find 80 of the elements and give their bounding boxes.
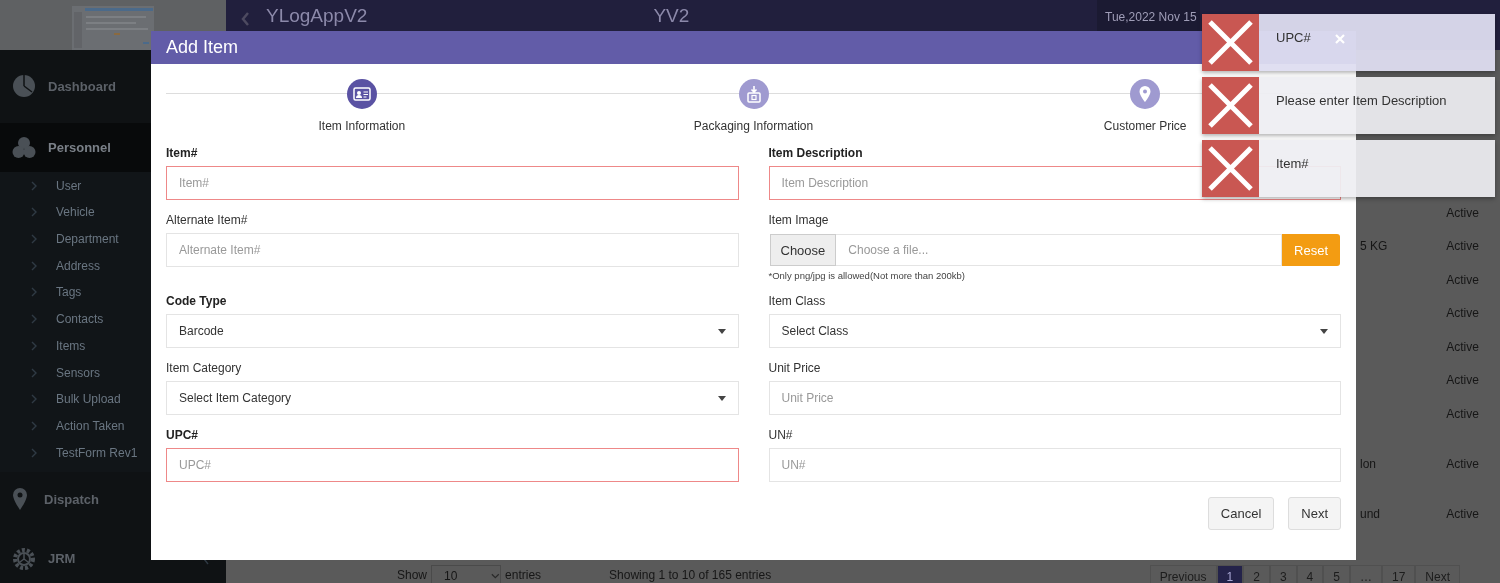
caret-icon — [717, 395, 726, 401]
status-cell: Active — [1446, 205, 1479, 220]
table-cell: 5 KG — [1360, 239, 1388, 254]
page-size-select[interactable]: 10 — [431, 565, 502, 583]
table-cell: und — [1360, 506, 1381, 521]
show-label: Show — [397, 568, 428, 582]
close-icon — [1334, 34, 1345, 44]
step-label: Customer Price — [1103, 119, 1187, 133]
field-label: UN# — [768, 427, 794, 443]
status-cell: Active — [1446, 239, 1479, 254]
pie-chart-icon — [12, 74, 36, 99]
text-field[interactable]: Item# — [166, 166, 739, 200]
page-link[interactable]: 1 — [1216, 565, 1244, 583]
date-text: Tue,2022 Nov 15 — [1105, 10, 1197, 24]
field-label: Code Type — [166, 293, 228, 309]
chevron-right-icon — [30, 394, 38, 405]
chevron-right-icon — [30, 447, 38, 458]
chevron-right-icon — [30, 207, 38, 218]
choose-file-button[interactable]: Choose — [769, 234, 837, 266]
back-icon — [240, 11, 250, 27]
dialog-button[interactable]: Next — [1288, 497, 1341, 530]
dialog-button[interactable]: Cancel — [1207, 497, 1275, 530]
page-link[interactable]: 4 — [1296, 565, 1324, 583]
chevron-right-icon — [30, 180, 38, 191]
status-cell: Active — [1446, 406, 1479, 421]
page-link[interactable]: 17 — [1381, 565, 1416, 583]
chevron-right-icon — [30, 420, 38, 431]
dropdown[interactable]: Select Class — [768, 314, 1341, 348]
gear-icon — [12, 546, 36, 571]
error-icon — [1202, 77, 1259, 134]
status-cell: Active — [1446, 339, 1479, 354]
field-label: Item Image — [768, 212, 830, 228]
step-label: Item Information — [318, 119, 406, 133]
id-card-icon — [351, 84, 372, 104]
field-label: Alternate Item# — [166, 212, 249, 228]
entries-info: Showing 1 to 10 of 165 entries — [609, 568, 772, 582]
app-title: YLogAppV2 — [266, 5, 368, 27]
field-note: *Only png/jpg is allowed(Not more than 200kb) — [768, 270, 966, 281]
error-icon — [1202, 140, 1259, 197]
reset-button[interactable]: Reset — [1282, 234, 1340, 266]
sidebar-item[interactable]: JRM — [0, 534, 226, 583]
toast-message: UPC# — [1276, 30, 1311, 45]
page-link[interactable]: 2 — [1243, 565, 1270, 583]
caret-icon — [717, 328, 726, 334]
status-cell: Active — [1446, 456, 1479, 471]
group-icon — [12, 135, 36, 160]
field-label: Unit Price — [768, 360, 822, 376]
chevron-right-icon — [30, 367, 38, 378]
field-label: Item# — [166, 145, 199, 161]
page-link[interactable]: … — [1349, 565, 1382, 583]
caret-icon — [1320, 328, 1328, 334]
chevron-right-icon — [30, 260, 38, 271]
field-label: Item Category — [166, 360, 243, 376]
chevron-right-icon — [30, 314, 38, 325]
status-cell: Active — [1446, 272, 1479, 287]
page-link[interactable]: Previous — [1149, 565, 1217, 583]
dropdown[interactable]: Barcode — [166, 314, 739, 348]
dropdown[interactable]: Select Item Category — [166, 381, 739, 415]
page-link[interactable]: 3 — [1269, 565, 1297, 583]
text-field[interactable]: UPC# — [166, 448, 739, 482]
chevron-right-icon — [30, 287, 38, 298]
page-link[interactable]: 5 — [1323, 565, 1350, 583]
step-label: Packaging Information — [693, 119, 814, 133]
dialog-title: Add Item — [166, 37, 239, 58]
field-label: Item Class — [768, 293, 827, 309]
file-name-field[interactable]: Choose a file... — [836, 234, 1283, 266]
table-cell: lon — [1360, 456, 1376, 471]
status-cell: Active — [1446, 373, 1479, 388]
status-cell: Active — [1446, 306, 1479, 321]
chevron-right-icon — [30, 340, 38, 351]
app-subtitle: YV2 — [653, 5, 690, 27]
entries-label: entries — [505, 568, 542, 582]
field-label: Item Description — [768, 145, 864, 161]
chevron-right-icon — [30, 234, 38, 245]
page-link[interactable]: Next — [1415, 565, 1460, 583]
toast-message: Please enter Item Description — [1276, 93, 1447, 108]
field-label: UPC# — [166, 427, 199, 443]
chevron-down-icon — [491, 573, 501, 579]
step-circle[interactable] — [346, 79, 377, 109]
status-cell: Active — [1446, 506, 1479, 521]
